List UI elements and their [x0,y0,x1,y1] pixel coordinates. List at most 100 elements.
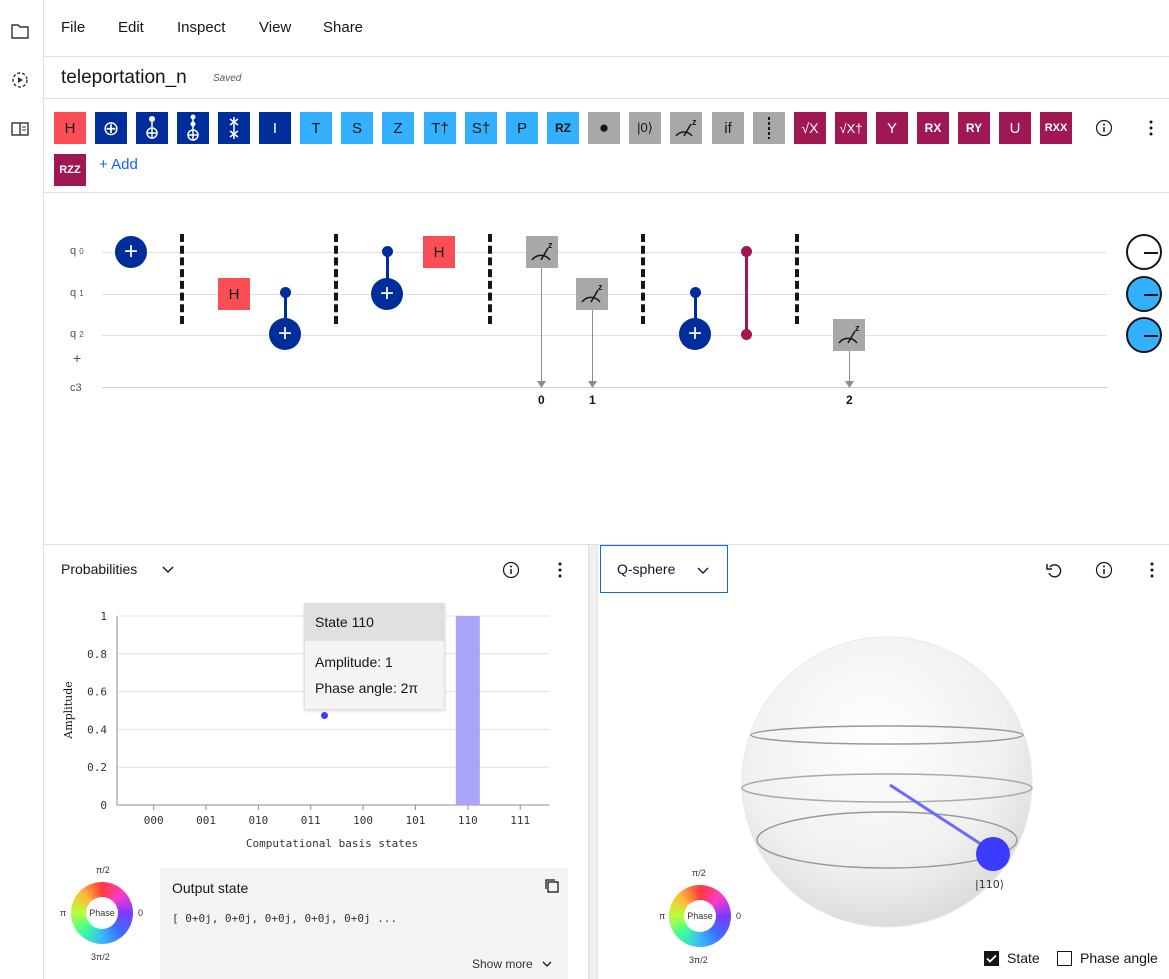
qsphere-dropdown[interactable]: Q-sphere [600,545,728,593]
menu-edit[interactable]: Edit [118,19,144,36]
gate-barrier-dot[interactable]: ● [588,112,620,144]
overflow-menu-icon[interactable] [550,560,570,580]
reset-view-icon[interactable] [1044,560,1064,580]
h-gate[interactable]: H [423,236,455,268]
measure-arrow [849,350,850,383]
barrier[interactable] [795,234,799,324]
barrier[interactable] [641,234,645,324]
probabilities-dropdown[interactable]: Probabilities [61,561,137,577]
gate-ccx[interactable] [177,112,209,144]
overflow-menu-icon[interactable] [1142,560,1162,580]
x-tick-label: 001 [196,814,216,827]
qubit-label-1: q 1 [70,287,84,299]
phase-center-label: Phase [684,900,716,932]
gate-swap[interactable] [218,112,250,144]
svg-text:z: z [598,282,603,292]
menu-file[interactable]: File [61,19,85,36]
y-tick-label: 0.4 [87,723,107,736]
control-dot[interactable] [690,287,701,298]
state-tooltip: State 110 Amplitude: 1 Phase angle: 2π [304,603,445,719]
info-icon[interactable] [501,560,521,580]
chevron-down-icon[interactable] [162,566,174,574]
gate-t[interactable]: T [300,112,332,144]
show-more-button[interactable]: Show more [472,957,552,971]
gate-rx[interactable]: RX [917,112,949,144]
gate-u[interactable]: U [999,112,1031,144]
folder-icon[interactable] [10,21,30,41]
gate-p[interactable]: P [506,112,538,144]
tooltip-header: State 110 [305,604,444,641]
phase-dot-icon [321,712,328,719]
gate-rzz[interactable]: RZZ [54,154,86,186]
qsphere[interactable]: |110⟩ [740,635,1040,935]
cnot-target[interactable]: + [269,318,301,350]
y-tick-label: 0 [100,799,107,812]
measure-gate[interactable]: z [833,319,865,351]
copy-icon[interactable] [544,878,560,894]
svg-text:z: z [692,117,697,127]
x-axis-label: Computational basis states [246,837,418,850]
gate-sdg[interactable]: S† [465,112,497,144]
cnot-target[interactable]: + [679,318,711,350]
x-tick-label: 111 [510,814,530,827]
gate-h[interactable]: H [54,112,86,144]
gate-barrier[interactable] [753,112,785,144]
gate-if[interactable]: if [712,112,744,144]
qubit-label-0: q 0 [70,245,84,257]
barrier[interactable] [488,234,492,324]
gate-ry[interactable]: RY [958,112,990,144]
info-icon[interactable] [1094,560,1114,580]
save-status: Saved [213,73,242,84]
gate-s[interactable]: S [341,112,373,144]
cz-control-dot[interactable] [741,329,752,340]
circuit-composer[interactable]: q 0 q 1 q 2 + c3 + H + + H z 0 z 1 + z 2 [44,194,1169,544]
probability-bar[interactable] [455,616,480,805]
title-bar: teleportation_n Saved [44,57,1169,99]
cnot-target[interactable]: + [371,278,403,310]
add-gate-button[interactable]: + Add [99,156,138,173]
state-checkbox-label[interactable]: State [1007,950,1040,966]
measure-gate[interactable]: z [576,278,608,310]
panel-resize-handle[interactable] [588,545,598,979]
gate-toffoli[interactable] [136,112,168,144]
phase-label-bottom: 3π/2 [91,952,110,962]
state-checkbox[interactable] [984,951,999,966]
overflow-menu-icon[interactable] [1141,118,1161,138]
gate-reset[interactable]: |0⟩ [629,112,661,144]
gate-sxdg[interactable]: √X† [835,112,867,144]
menu-inspect[interactable]: Inspect [177,19,225,36]
add-qubit-button[interactable]: + [73,350,81,366]
gate-sx[interactable]: √X [794,112,826,144]
measure-gate[interactable]: z [526,236,558,268]
circuit-title[interactable]: teleportation_n [61,67,187,89]
qubit-state-indicator-1 [1126,276,1162,312]
phase-label-left: π [60,908,67,918]
x-gate[interactable]: + [115,236,147,268]
control-dot[interactable] [382,246,393,257]
chevron-down-icon [697,567,709,574]
gate-z[interactable]: Z [382,112,414,144]
cz-line [745,251,748,334]
gate-measure[interactable]: z [670,112,702,144]
phase-label-top: π/2 [96,865,110,875]
phase-angle-checkbox[interactable] [1057,951,1072,966]
info-icon[interactable] [1094,118,1114,138]
run-history-icon[interactable] [10,70,30,90]
barrier[interactable] [180,234,184,324]
cz-control-dot[interactable] [741,246,752,257]
gate-cnot[interactable]: ⊕ [95,112,127,144]
cbit-index: 1 [589,393,596,407]
menu-view[interactable]: View [259,19,291,36]
barrier[interactable] [334,234,338,324]
qubit-wire-0 [102,252,1107,253]
gate-y[interactable]: Y [876,112,908,144]
phase-angle-checkbox-label[interactable]: Phase angle [1080,950,1158,966]
gate-tdg[interactable]: T† [424,112,456,144]
gate-rxx[interactable]: RXX [1040,112,1072,144]
docs-panel-icon[interactable] [10,119,30,139]
gate-rz[interactable]: RZ [547,112,579,144]
h-gate[interactable]: H [218,278,250,310]
menu-share[interactable]: Share [323,19,363,36]
gate-i[interactable]: I [259,112,291,144]
control-dot[interactable] [280,287,291,298]
